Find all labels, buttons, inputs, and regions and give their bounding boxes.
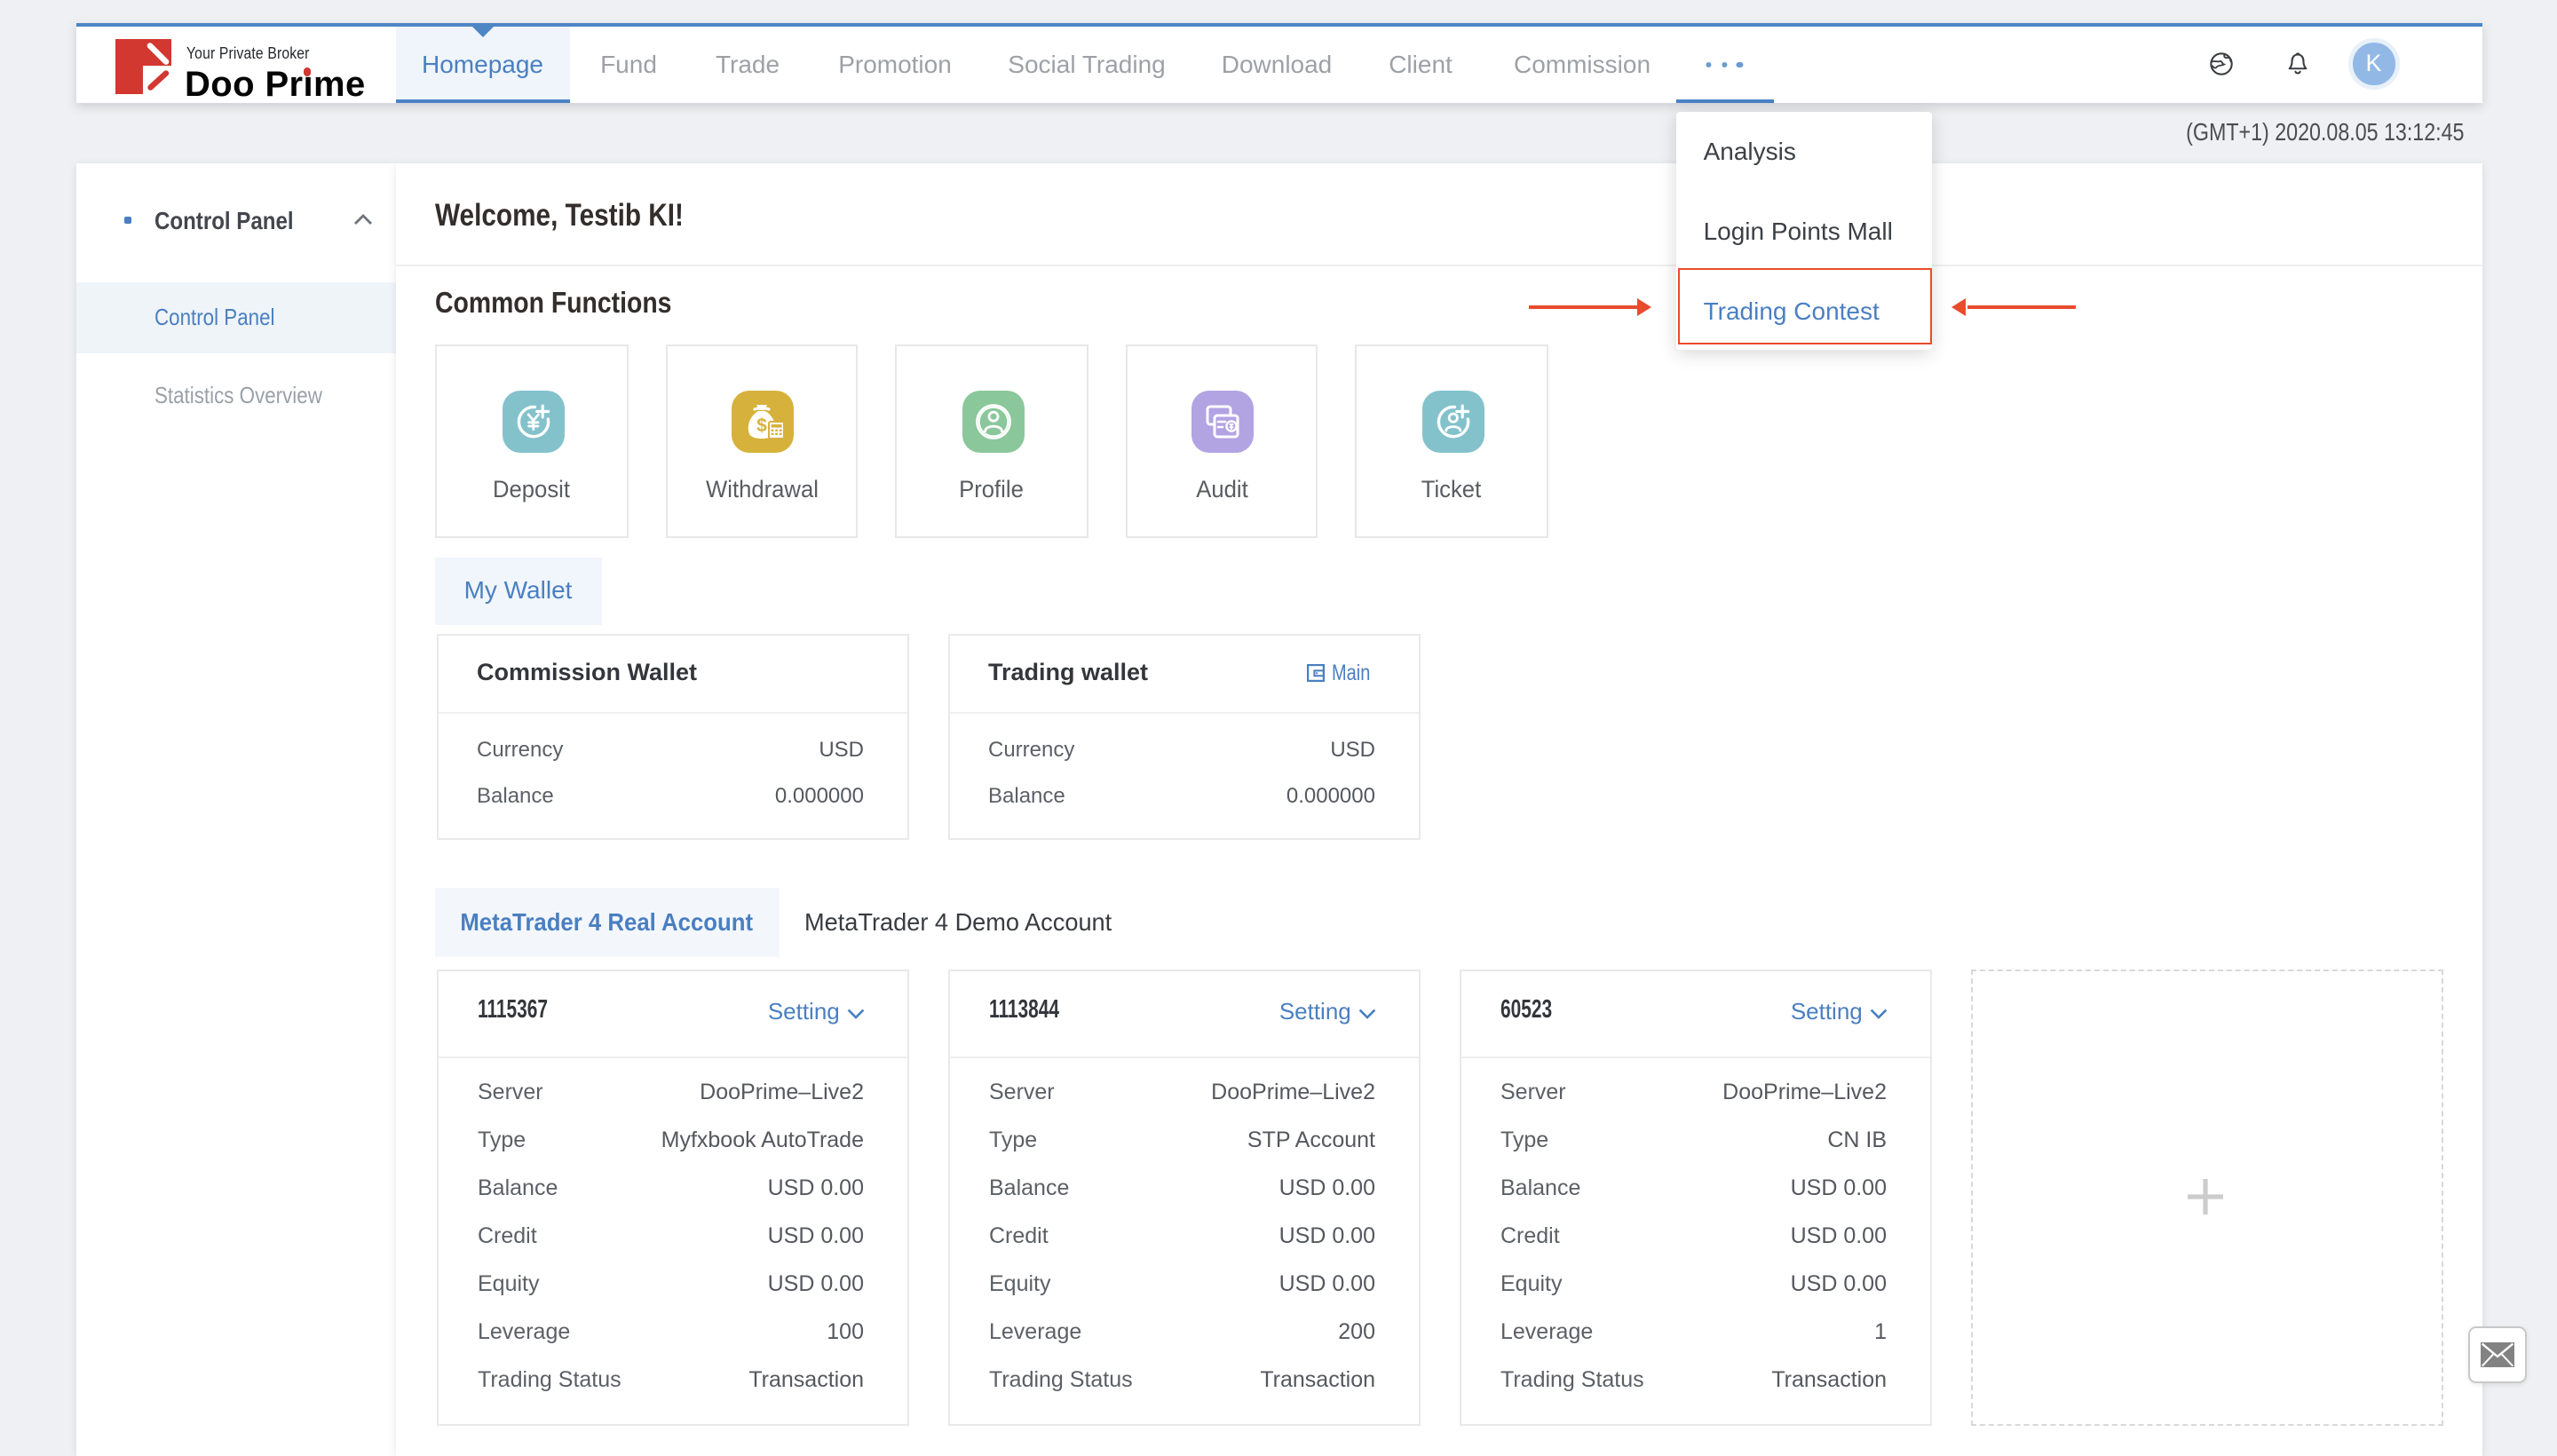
svg-text:$: $ bbox=[756, 415, 767, 436]
